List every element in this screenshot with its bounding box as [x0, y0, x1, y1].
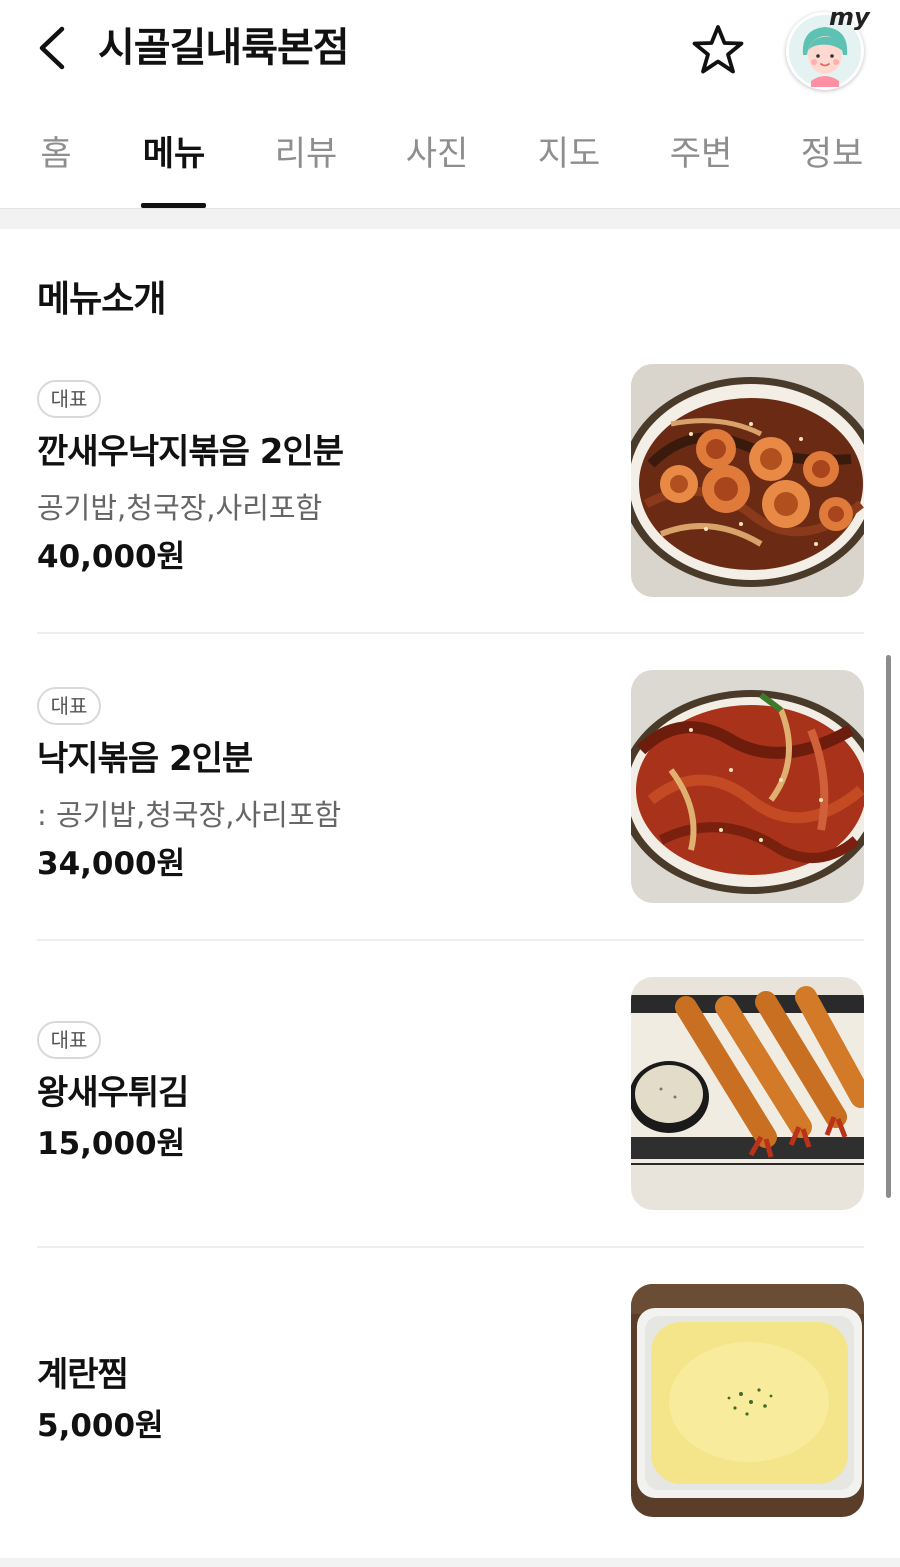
section-title: 메뉴소개: [37, 279, 166, 320]
back-button[interactable]: [28, 22, 76, 74]
top-app-bar: 시골길내륙본점 my: [0, 0, 900, 105]
menu-item-name: 깐새우낙지볶음 2인분: [37, 432, 344, 472]
menu-divider: [37, 632, 864, 634]
section-separator: [0, 1558, 900, 1567]
menu-item-price: 40,000원: [37, 539, 186, 575]
favorite-button[interactable]: [690, 22, 746, 78]
tab-nearby[interactable]: 주변: [666, 131, 736, 177]
signature-badge: 대표: [37, 1021, 101, 1059]
tab-menu[interactable]: 메뉴: [139, 131, 209, 177]
menu-item-price: 15,000원: [37, 1126, 186, 1162]
fried-prawn-photo[interactable]: [631, 977, 864, 1210]
my-profile-button[interactable]: my: [786, 3, 870, 90]
menu-item-name: 낙지볶음 2인분: [37, 739, 253, 779]
menu-divider: [37, 939, 864, 941]
star-outline-icon: [692, 25, 744, 74]
tab-home[interactable]: 홈: [38, 131, 74, 177]
menu-item-description: : 공기밥,청국장,사리포함: [37, 798, 342, 832]
chevron-left-icon: [39, 26, 65, 70]
scrollbar[interactable]: [886, 655, 891, 1198]
menu-item-price: 5,000원: [37, 1408, 164, 1444]
signature-badge: 대표: [37, 380, 101, 418]
menu-divider: [37, 1246, 864, 1248]
menu-item-name: 왕새우튀김: [37, 1073, 189, 1113]
menu-item-price: 34,000원: [37, 846, 186, 882]
steamed-egg-photo[interactable]: [631, 1284, 864, 1517]
tab-bar: 홈 메뉴 리뷰 사진 지도 주변 정보: [0, 105, 900, 209]
active-tab-indicator: [141, 203, 206, 208]
my-badge: my: [829, 3, 870, 31]
tab-photos[interactable]: 사진: [402, 131, 472, 177]
octopus-stirfry-photo[interactable]: [631, 670, 864, 903]
menu-item-name: 계란찜: [37, 1355, 129, 1395]
shrimp-octopus-stirfry-photo[interactable]: [631, 364, 864, 597]
menu-item-description: 공기밥,청국장,사리포함: [37, 491, 323, 525]
tab-reviews[interactable]: 리뷰: [271, 131, 341, 177]
tab-info[interactable]: 정보: [797, 131, 867, 177]
page-title: 시골길내륙본점: [98, 25, 350, 71]
tab-map[interactable]: 지도: [534, 131, 604, 177]
section-separator: [0, 209, 900, 229]
signature-badge: 대표: [37, 687, 101, 725]
